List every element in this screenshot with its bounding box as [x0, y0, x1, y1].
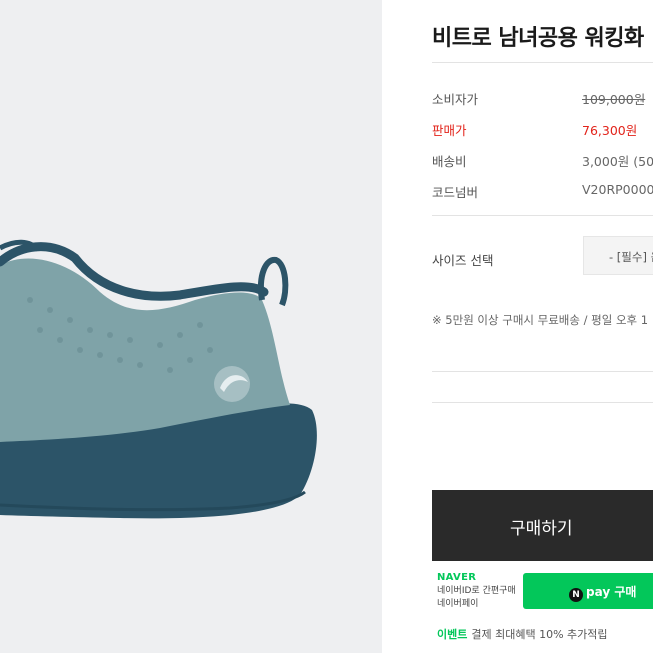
sale-price-value: 76,300원: [582, 123, 638, 138]
divider: [432, 215, 653, 216]
code-number-value: V20RP0000: [582, 182, 653, 197]
sneaker-image: [0, 239, 317, 519]
event-text: 결제 최대혜택 10% 추가적립: [471, 628, 608, 641]
consumer-price-label: 소비자가: [432, 92, 479, 107]
naver-description: 네이버ID로 간편구매 네이버페이: [437, 585, 516, 611]
sale-price-label: 판매가: [432, 123, 467, 138]
divider: [432, 371, 653, 372]
naver-desc-line2: 네이버페이: [437, 599, 479, 609]
divider: [432, 402, 653, 403]
consumer-price-value: 109,000원: [582, 92, 646, 107]
naver-event[interactable]: 이벤트 결제 최대혜택 10% 추가적립: [437, 626, 608, 642]
shipping-notice: ※ 5만원 이상 구매시 무료배송 / 평일 오후 1: [432, 313, 649, 327]
buy-button[interactable]: 구매하기: [432, 490, 653, 561]
shipping-value: 3,000원 (50: [582, 154, 653, 169]
naver-logo: NAVER: [437, 572, 477, 583]
code-number-label: 코드넘버: [432, 185, 479, 200]
size-select[interactable]: - [필수] 옵: [583, 236, 653, 275]
naver-desc-line1: 네이버ID로 간편구매: [437, 586, 516, 596]
event-tag: 이벤트: [437, 628, 468, 641]
size-option-label: 사이즈 선택: [432, 253, 494, 268]
product-title: 비트로 남녀공용 워킹화: [432, 26, 644, 51]
npay-icon: N: [569, 588, 583, 602]
product-info-panel: 비트로 남녀공용 워킹화 소비자가 109,000원 판매가 76,300원 배…: [382, 0, 653, 653]
divider: [432, 62, 653, 63]
shipping-label: 배송비: [432, 154, 467, 169]
npay-label: pay 구매: [586, 585, 637, 599]
product-image: [0, 0, 382, 653]
naver-pay-button[interactable]: Npay 구매: [523, 573, 653, 609]
